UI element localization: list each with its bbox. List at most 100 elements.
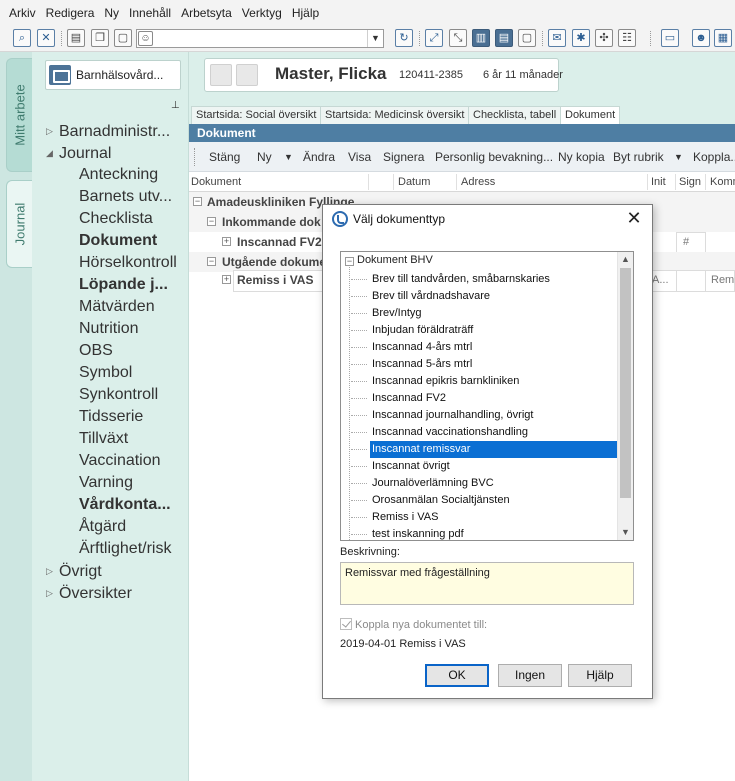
doctype-item[interactable]: Inscannad journalhandling, övrigt — [350, 407, 535, 424]
doctype-item[interactable]: Brev till vårdnadshavare — [350, 288, 492, 305]
nav-item[interactable]: Synkontroll — [32, 384, 189, 406]
nav-item[interactable]: ▷ Barnadministr... — [32, 120, 189, 142]
folder-icon[interactable]: ▭ — [661, 29, 679, 47]
nav-item[interactable]: Nutrition — [32, 318, 189, 340]
scroll-thumb[interactable] — [620, 268, 631, 498]
col-adress[interactable]: Adress — [461, 176, 495, 188]
menu-redigera[interactable]: Redigera — [41, 6, 100, 20]
doctype-item[interactable]: Inscannad epikris barnkliniken — [350, 373, 521, 390]
nav-item[interactable]: ▷ Övrigt — [32, 560, 189, 582]
collapse-icon[interactable]: − — [207, 217, 216, 226]
nav-item[interactable]: Varning — [32, 472, 189, 494]
copy-icon[interactable]: ❐ — [91, 29, 109, 47]
doctype-item[interactable]: Brev till tandvården, småbarnskaries — [351, 271, 552, 288]
collapse-icon[interactable]: − — [193, 197, 202, 206]
nav-item[interactable]: Tillväxt — [32, 428, 189, 450]
col-kommentar[interactable]: Komm — [710, 176, 735, 188]
doctype-item[interactable]: Inscannad 5-års mtrl — [350, 356, 474, 373]
doctype-item[interactable]: Remiss i VAS — [350, 509, 440, 526]
row-cell[interactable]: Remis — [705, 270, 735, 292]
ny-button[interactable]: Ny — [257, 150, 272, 164]
split-horizontal-icon[interactable]: ▤ — [495, 29, 513, 47]
col-dokument[interactable]: Dokument — [191, 176, 241, 188]
tab-journal[interactable]: Journal — [6, 180, 32, 268]
mail-icon[interactable]: ✉ — [548, 29, 566, 47]
vertical-scrollbar[interactable]: ▲ ▼ — [617, 252, 633, 540]
collapse-icon[interactable]: ◢ — [46, 142, 59, 164]
expand-icon[interactable]: ▷ — [46, 582, 59, 604]
nav-item[interactable]: Mätvärden — [32, 296, 189, 318]
chevron-up-icon[interactable]: ▲ — [618, 252, 633, 267]
print-icon[interactable]: ▤ — [67, 29, 85, 47]
tab-mitt-arbete[interactable]: Mitt arbete — [6, 58, 32, 172]
nav-item[interactable]: Barnets utv... — [32, 186, 189, 208]
doctype-item[interactable]: Journalöverlämning BVC — [351, 475, 496, 492]
expand-icon[interactable]: ▷ — [46, 120, 59, 142]
expand-icon[interactable]: + — [222, 237, 231, 246]
doctype-item[interactable]: Inscannad vaccinationshandling — [351, 424, 530, 441]
ok-button[interactable]: OK — [425, 664, 489, 687]
koppla-button[interactable]: Koppla... — [693, 150, 735, 164]
nav-item[interactable]: Hörselkontroll — [32, 252, 189, 274]
visa-button[interactable]: Visa — [348, 150, 371, 164]
hjalp-button[interactable]: Hjälp — [568, 664, 632, 687]
calendar-icon[interactable]: ▦ — [714, 29, 732, 47]
menu-arbetsyta[interactable]: Arbetsyta — [176, 6, 237, 20]
doctype-item[interactable]: Inscannat övrigt — [351, 458, 452, 475]
nav-item[interactable]: Symbol — [32, 362, 189, 384]
close-icon[interactable]: ✕ — [624, 208, 644, 228]
close-doc-icon[interactable]: ✕ — [37, 29, 55, 47]
collapse-icon[interactable]: − — [345, 257, 354, 266]
andra-button[interactable]: Ändra — [303, 150, 335, 164]
nav-item[interactable]: Åtgärd — [32, 516, 189, 538]
nav-item[interactable]: Anteckning — [32, 164, 189, 186]
stang-button[interactable]: Stäng — [209, 150, 240, 164]
nav-item[interactable]: Ärftlighet/risk — [32, 538, 189, 560]
collapse-icon[interactable]: − — [207, 257, 216, 266]
window-icon[interactable]: ▢ — [518, 29, 536, 47]
doctype-item[interactable]: test inskanning pdf — [351, 526, 466, 540]
byt-rubrik-dropdown-arrow[interactable]: ▼ — [674, 152, 683, 162]
toolbar-combo[interactable]: ☺ ▼ — [136, 29, 384, 48]
nav-item[interactable]: Vaccination — [32, 450, 189, 472]
menu-hjalp[interactable]: Hjälp — [287, 6, 324, 20]
menu-ny[interactable]: Ny — [99, 6, 124, 20]
chevron-down-icon[interactable]: ▼ — [618, 525, 633, 540]
menu-arkiv[interactable]: Arkiv — [4, 6, 41, 20]
nav-item[interactable]: Tidsserie — [32, 406, 189, 428]
tree-root[interactable]: − Dokument BHV — [345, 254, 433, 271]
byt-rubrik-button[interactable]: Byt rubrik — [613, 150, 664, 164]
blank-icon[interactable]: ▢ — [114, 29, 132, 47]
tab-medicinsk-oversikt[interactable]: Startsida: Medicinsk översikt — [320, 106, 470, 124]
ny-dropdown-arrow[interactable]: ▼ — [284, 152, 293, 162]
config-icon[interactable]: ☷ — [618, 29, 636, 47]
refresh-icon[interactable]: ↻ — [395, 29, 413, 47]
split-vertical-icon[interactable]: ▥ — [472, 29, 490, 47]
menu-innehall[interactable]: Innehåll — [124, 6, 176, 20]
search-icon[interactable]: ⌕ — [13, 29, 31, 47]
nav-item[interactable]: Dokument — [32, 230, 189, 252]
col-sign[interactable]: Sign — [679, 176, 701, 188]
patient-icon[interactable] — [236, 64, 258, 86]
personlig-bevakning-button[interactable]: Personlig bevakning... — [435, 150, 553, 164]
ny-kopia-button[interactable]: Ny kopia — [558, 150, 605, 164]
doctype-item[interactable]: Inscannat remissvar — [351, 441, 617, 458]
chevron-down-icon[interactable]: ▼ — [367, 30, 383, 47]
star-icon[interactable]: ✱ — [572, 29, 590, 47]
row-cell[interactable] — [676, 270, 706, 292]
signera-button[interactable]: Signera — [383, 150, 424, 164]
org-selector[interactable]: Barnhälsovård... — [45, 60, 181, 90]
expand-icon[interactable]: ⤢ — [425, 29, 443, 47]
nav-item[interactable]: OBS — [32, 340, 189, 362]
description-field[interactable]: Remissvar med frågeställning — [340, 562, 634, 605]
ingen-button[interactable]: Ingen — [498, 664, 562, 687]
menu-verktyg[interactable]: Verktyg — [237, 6, 287, 20]
expand-icon[interactable]: + — [222, 275, 231, 284]
nav-item[interactable]: ▷ Översikter — [32, 582, 189, 604]
robot-icon[interactable]: ☻ — [692, 29, 710, 47]
tab-checklista-tabell[interactable]: Checklista, tabell — [468, 106, 562, 124]
nav-item[interactable]: Vårdkonta... — [32, 494, 189, 516]
doctype-item[interactable]: Inscannad 4-års mtrl — [350, 339, 474, 356]
doctype-item[interactable]: Brev/Intyg — [351, 305, 424, 322]
row-cell[interactable]: # — [676, 232, 706, 254]
